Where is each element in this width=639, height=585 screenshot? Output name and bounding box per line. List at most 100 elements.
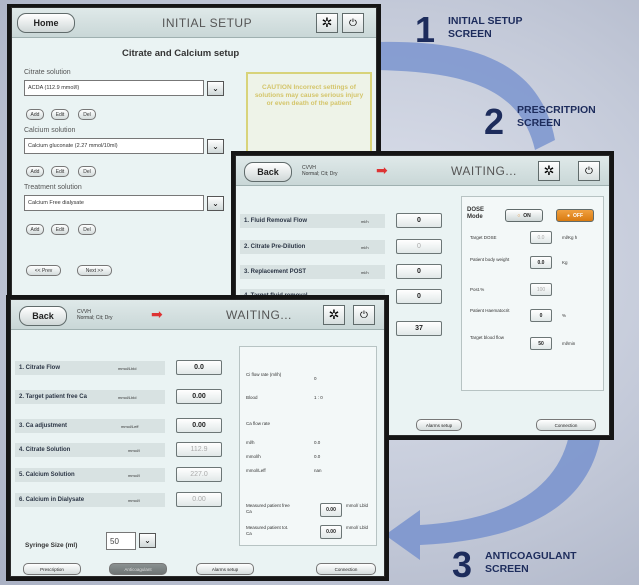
treatment-dropdown-button[interactable]: ⌄ [207, 196, 224, 211]
fluid-removal-value[interactable]: 0 [396, 213, 442, 228]
measured-tot-ca-value[interactable]: 0.00 [320, 525, 342, 539]
radio-icon: ○ [517, 212, 521, 219]
next-button[interactable]: Next >> [77, 265, 112, 276]
arrow-icon: ➡ [151, 306, 163, 322]
power-icon: ⏻ [360, 309, 368, 321]
settings-button[interactable]: ✲ [323, 305, 345, 325]
del-button[interactable]: Del [78, 166, 96, 177]
blood-value: 1 : 0 [314, 395, 323, 400]
ca-row-label: mmol/Leff [246, 468, 266, 473]
del-button[interactable]: Del [78, 109, 96, 120]
treatment-solution-select[interactable]: Calcium Free dialysate [24, 195, 204, 211]
target-free-ca-value[interactable]: 0.00 [176, 389, 222, 404]
add-button[interactable]: Add [26, 224, 44, 235]
syringe-dropdown-button[interactable]: ⌄ [139, 533, 156, 548]
power-button[interactable]: ⏻ [342, 13, 364, 33]
calcium-dropdown-button[interactable]: ⌄ [207, 139, 224, 154]
top-bar: Back CVVH Normal; Cit; Dry ➡ WAITING... ✲… [236, 156, 609, 186]
citrate-flow-value[interactable]: 0.0 [176, 360, 222, 375]
anticoag-row-label: 5. Calcium Solution [15, 468, 165, 482]
connection-button[interactable]: Connection [316, 563, 376, 575]
measured-tot-ca-label: Measured patient tot. Ca [246, 525, 289, 536]
extra-value[interactable]: 37 [396, 321, 442, 336]
row-unit: ml/h [361, 219, 369, 224]
mode-label: CVVH Normal; Cit; Dry [77, 309, 113, 321]
anticoag-row-label: 6. Calcium in Dialysate [15, 493, 165, 507]
field-label: Target blood flow [470, 335, 505, 340]
power-button[interactable]: ⏻ [578, 161, 600, 181]
measured-free-ca-unit: mmol/ Lbld [346, 503, 369, 508]
edit-button[interactable]: Edit [51, 224, 69, 235]
field-label: Patient Haematocrit [470, 308, 510, 313]
anticoag-row-label: 4. Citrate Solution [15, 443, 165, 457]
alarms-setup-button[interactable]: Alarms setup [416, 419, 462, 431]
power-button[interactable]: ⏻ [353, 305, 375, 325]
prescription-tab-button[interactable]: Prescription [23, 563, 81, 575]
prev-button[interactable]: << Prev [26, 265, 61, 276]
section-label: Treatment solution [24, 184, 82, 191]
calcium-solution-value[interactable]: 227.0 [176, 467, 222, 482]
page-title: WAITING... [226, 308, 292, 322]
measured-free-ca-value[interactable]: 0.00 [320, 503, 342, 517]
alarms-setup-button[interactable]: Alarms setup [196, 563, 254, 575]
calcium-dialysate-value[interactable]: 0.00 [176, 492, 222, 507]
settings-button[interactable]: ✲ [316, 13, 338, 33]
row-unit: mmol/Lbld [118, 395, 137, 400]
ca-row-label: ml/h [246, 440, 255, 445]
row-unit: mmol/l [128, 473, 140, 478]
connection-button[interactable]: Connection [536, 419, 596, 431]
dose-off-toggle[interactable]: ● OFF [556, 209, 594, 222]
row-unit: ml/h [361, 270, 369, 275]
syringe-size-select[interactable]: 50 [106, 532, 136, 550]
power-icon: ⏻ [349, 17, 357, 29]
dose-panel: DOSE Mode ○ ON ● OFF Target DOSE 0.0 ml/Kg… [461, 196, 604, 391]
citrate-predilution-value[interactable]: 0 [396, 239, 442, 254]
del-button[interactable]: Del [78, 224, 96, 235]
chevron-down-icon: ⌄ [212, 84, 219, 93]
citrate-solution-select[interactable]: ACDA (112.9 mmol/l) [24, 80, 204, 96]
gear-icon: ✲ [328, 307, 340, 322]
row-unit: mmol/Lbld [118, 366, 137, 371]
add-button[interactable]: Add [26, 166, 44, 177]
field-label: Patient body weight [470, 257, 510, 262]
add-button[interactable]: Add [26, 109, 44, 120]
field-label: Target DOSE [470, 235, 497, 240]
back-button[interactable]: Back [244, 162, 292, 182]
edit-button[interactable]: Edit [51, 109, 69, 120]
ca-adjustment-value[interactable]: 0.00 [176, 418, 222, 433]
settings-button[interactable]: ✲ [538, 161, 560, 181]
measured-tot-ca-unit: mmol/ Lbld [346, 525, 369, 530]
gear-icon: ✲ [543, 163, 555, 178]
blood-flow-value[interactable]: 50 [530, 337, 552, 350]
ca-row-label: mmol/h [246, 454, 261, 459]
ci-flow-value: 0 [314, 376, 317, 381]
body-weight-value[interactable]: 0.0 [530, 256, 552, 269]
back-button[interactable]: Back [19, 306, 67, 326]
target-fluid-removal-value[interactable]: 0 [396, 289, 442, 304]
replacement-post-value[interactable]: 0 [396, 264, 442, 279]
post-percent-value[interactable]: 100 [530, 283, 552, 296]
field-label: Post.% [470, 287, 485, 292]
edit-button[interactable]: Edit [51, 166, 69, 177]
page-title: INITIAL SETUP [162, 16, 253, 30]
target-dose-value[interactable]: 0.0 [530, 231, 552, 244]
power-icon: ⏻ [585, 165, 593, 177]
haematocrit-value[interactable]: 0 [530, 309, 552, 322]
anticoag-row-label: 1. Citrate Flow [15, 361, 165, 375]
anticoagulant-tab-button[interactable]: Anticoagulant [109, 563, 167, 575]
field-unit: ml/min [562, 341, 576, 346]
setup-heading: Citrate and Calcium setup [122, 48, 240, 59]
radio-icon: ● [566, 212, 571, 219]
measured-free-ca-label: Measured patient free Ca [246, 503, 290, 514]
dose-on-toggle[interactable]: ○ ON [505, 209, 543, 222]
citrate-dropdown-button[interactable]: ⌄ [207, 81, 224, 96]
ca-row-value: nan [314, 468, 322, 473]
citrate-solution-value[interactable]: 112.9 [176, 442, 222, 457]
top-bar: Home INITIAL SETUP ✲ ⏻ [12, 8, 376, 38]
home-button[interactable]: Home [17, 13, 75, 33]
arrow-icon: ➡ [376, 162, 388, 178]
calcium-solution-select[interactable]: Calcium gluconate (2.27 mmol/10ml) [24, 138, 204, 154]
field-unit: Kg [562, 260, 568, 265]
chevron-down-icon: ⌄ [144, 536, 151, 545]
anticoag-row-label: 3. Ca adjustment [15, 419, 165, 433]
